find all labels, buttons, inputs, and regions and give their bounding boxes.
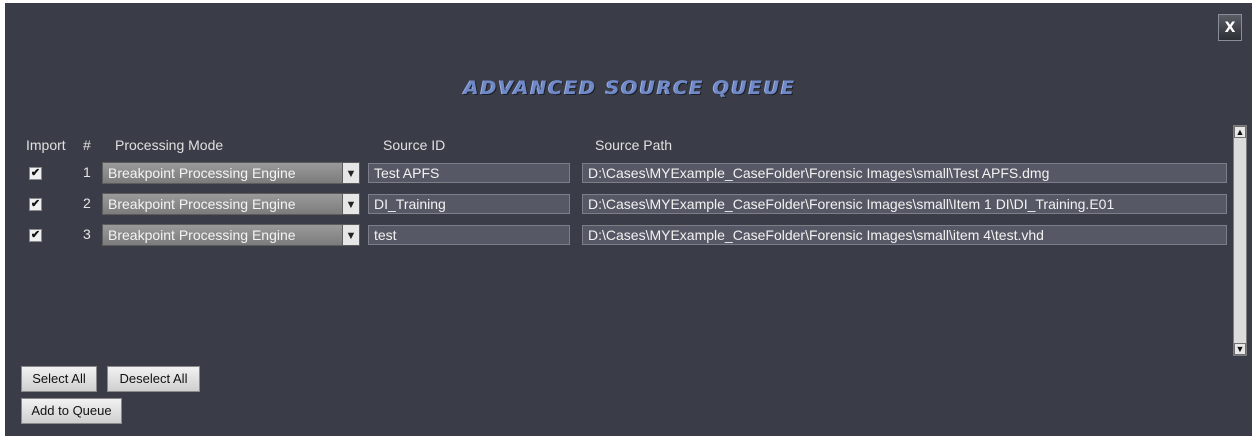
check-mark-icon: ✔ xyxy=(30,198,41,210)
row-number: 3 xyxy=(83,226,91,242)
vertical-scrollbar[interactable]: ▲ ▼ xyxy=(1233,125,1247,356)
chevron-down-icon[interactable]: ▼ xyxy=(342,163,359,183)
import-checkbox[interactable]: ✔ xyxy=(29,167,42,180)
check-mark-icon: ✔ xyxy=(30,167,41,179)
close-button[interactable]: X xyxy=(1218,14,1242,41)
processing-mode-value: Breakpoint Processing Engine xyxy=(108,196,296,212)
source-id-field[interactable]: Test APFS xyxy=(368,163,570,183)
check-mark-icon: ✔ xyxy=(30,229,41,241)
source-path-field[interactable]: D:\Cases\MYExample_CaseFolder\Forensic I… xyxy=(582,194,1227,214)
row-number: 2 xyxy=(83,195,91,211)
close-icon: X xyxy=(1224,19,1236,36)
chevron-down-icon[interactable]: ▼ xyxy=(342,194,359,214)
row-number: 1 xyxy=(83,164,91,180)
arrow-down-icon[interactable]: ▼ xyxy=(1234,343,1246,355)
select-all-button[interactable]: Select All xyxy=(21,366,97,392)
processing-mode-value: Breakpoint Processing Engine xyxy=(108,227,296,243)
processing-mode-value: Breakpoint Processing Engine xyxy=(108,165,296,181)
advanced-source-queue-window: X ADVANCED SOURCE QUEUE Import # Process… xyxy=(5,3,1252,436)
chevron-down-icon[interactable]: ▼ xyxy=(342,225,359,245)
header-import: Import xyxy=(26,137,66,153)
processing-mode-select[interactable]: Breakpoint Processing Engine ▼ xyxy=(102,162,360,184)
source-path-field[interactable]: D:\Cases\MYExample_CaseFolder\Forensic I… xyxy=(582,163,1227,183)
source-id-field[interactable]: test xyxy=(368,225,570,245)
header-processing-mode: Processing Mode xyxy=(115,137,224,153)
header-source-id: Source ID xyxy=(383,137,446,153)
import-checkbox[interactable]: ✔ xyxy=(29,229,42,242)
processing-mode-select[interactable]: Breakpoint Processing Engine ▼ xyxy=(102,193,360,215)
header-number: # xyxy=(83,137,91,153)
source-id-field[interactable]: DI_Training xyxy=(368,194,570,214)
add-to-queue-button[interactable]: Add to Queue xyxy=(21,398,122,424)
window-title: ADVANCED SOURCE QUEUE xyxy=(463,77,797,99)
import-checkbox[interactable]: ✔ xyxy=(29,198,42,211)
source-path-field[interactable]: D:\Cases\MYExample_CaseFolder\Forensic I… xyxy=(582,225,1227,245)
deselect-all-button[interactable]: Deselect All xyxy=(107,366,200,392)
processing-mode-select[interactable]: Breakpoint Processing Engine ▼ xyxy=(102,224,360,246)
header-source-path: Source Path xyxy=(595,137,673,153)
arrow-up-icon[interactable]: ▲ xyxy=(1234,126,1246,138)
